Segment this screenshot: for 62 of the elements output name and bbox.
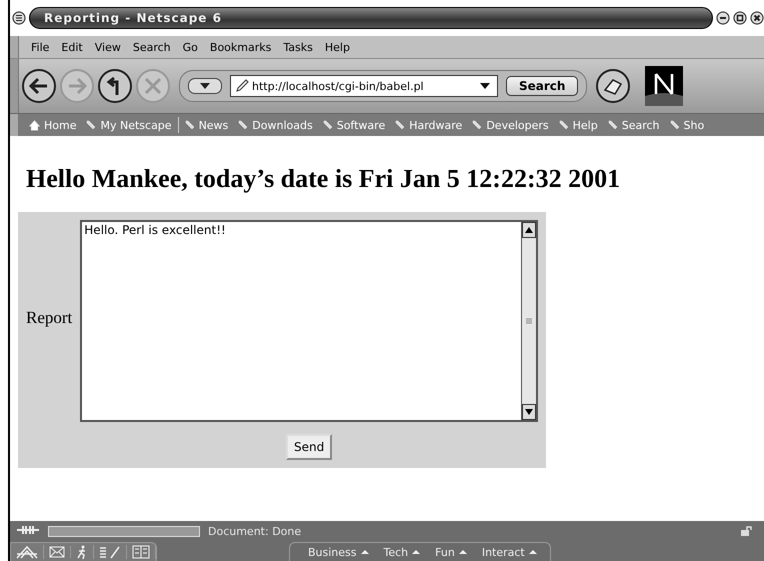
category-tab[interactable]: Interact	[482, 546, 538, 558]
menu-item[interactable]: Tasks	[283, 40, 313, 54]
menu-item[interactable]: Help	[324, 40, 350, 54]
bookmark-link[interactable]: Search	[608, 118, 660, 132]
bookmark-link[interactable]: My Netscape	[86, 118, 172, 132]
bookmark-link[interactable]: Hardware	[395, 118, 462, 132]
category-tab[interactable]: Fun	[435, 546, 468, 558]
caret-icon	[360, 549, 370, 555]
scrollbar[interactable]	[521, 222, 536, 420]
send-button[interactable]: Send	[286, 434, 332, 460]
bookmark-icon	[558, 120, 569, 130]
status-text: Document: Done	[208, 524, 302, 538]
bookmark-icon	[86, 120, 96, 130]
bookmark-icon	[395, 120, 406, 130]
caret-icon[interactable]	[479, 82, 491, 90]
close-icon[interactable]	[750, 11, 764, 25]
caret-icon	[411, 549, 422, 555]
address-field[interactable]: http://localhost/cgi-bin/babel.pl	[230, 75, 498, 97]
bookmark-icon	[184, 120, 195, 130]
window-title: Reporting - Netscape 6	[44, 11, 222, 25]
field-label: Report	[26, 308, 72, 328]
bookmark-link[interactable]: Help	[558, 118, 598, 132]
scroll-up-icon[interactable]	[524, 226, 534, 234]
bookmark-link[interactable]: News	[184, 118, 228, 132]
bookmark-icon	[670, 120, 680, 130]
bookmark-icon	[608, 120, 618, 130]
lock-icon	[740, 525, 752, 537]
menu-item[interactable]: File	[31, 40, 50, 54]
toolbar-grip[interactable]	[10, 59, 19, 113]
menu-item[interactable]: Edit	[61, 40, 83, 54]
menu-item[interactable]: Search	[132, 40, 171, 54]
menu-item[interactable]: View	[94, 40, 121, 54]
menu-item[interactable]: Bookmarks	[210, 40, 272, 54]
scroll-grip-icon[interactable]	[525, 317, 533, 325]
bookmark-link[interactable]: Sho	[670, 118, 704, 132]
logo-icon[interactable]	[645, 66, 684, 106]
category-tab[interactable]: Business	[308, 546, 370, 558]
caret-icon	[528, 549, 538, 555]
toolbar-grip[interactable]	[10, 114, 19, 136]
minimize-icon[interactable]	[716, 11, 730, 25]
window-menu-icon[interactable]	[12, 11, 26, 25]
page-heading: Hello Mankee, today’s date is Fri Jan 5 12:22:32 2001	[26, 164, 622, 194]
maximize-icon[interactable]	[733, 11, 747, 25]
bookmark-icon	[238, 120, 248, 130]
category-tab[interactable]: Tech	[384, 546, 422, 558]
bookmark-icon	[472, 120, 482, 130]
pencil-icon	[235, 79, 249, 93]
home-icon	[29, 120, 40, 130]
caret-icon	[458, 549, 468, 555]
text-area[interactable]: Hello. Perl is excellent!!	[80, 220, 538, 422]
bookmark-link[interactable]: Software	[322, 118, 386, 132]
reload-icon[interactable]	[97, 68, 133, 104]
bookmark-icon	[322, 120, 333, 130]
print-icon[interactable]	[595, 68, 632, 104]
scroll-down-icon[interactable]	[524, 408, 534, 416]
search-button[interactable]: Search	[506, 76, 578, 96]
toolbar-grip[interactable]	[10, 36, 19, 58]
menu-item[interactable]: Go	[182, 40, 198, 54]
bookmark-link[interactable]: Developers	[472, 118, 549, 132]
home-link[interactable]: Home	[29, 118, 76, 132]
bookmark-link[interactable]: Downloads	[238, 118, 313, 132]
history-dropdown-icon[interactable]	[188, 78, 222, 94]
